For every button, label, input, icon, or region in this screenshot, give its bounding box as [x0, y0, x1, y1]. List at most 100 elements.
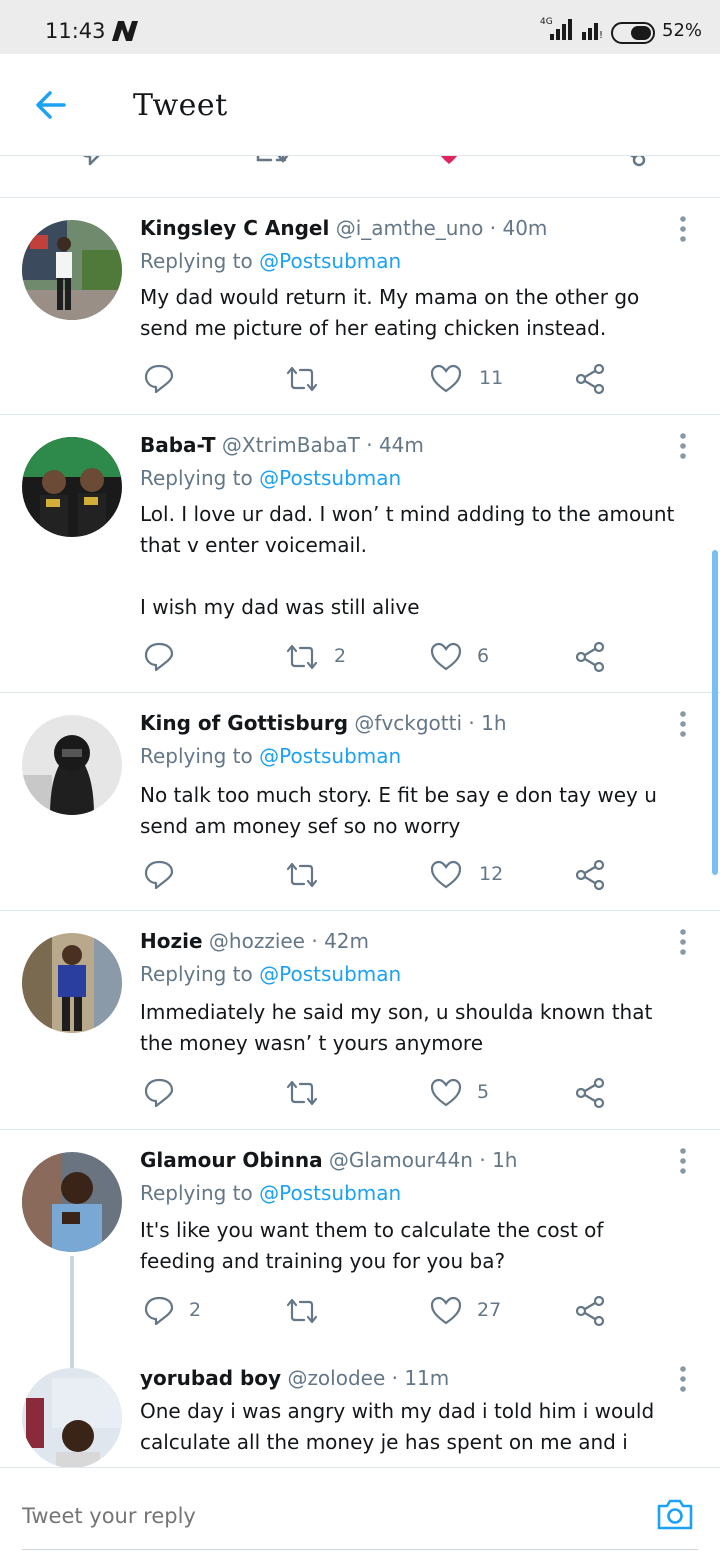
share-icon [575, 641, 605, 673]
mention-link[interactable]: @Postsubman [259, 466, 401, 490]
tweet-header: Glamour Obinna @Glamour44n · 1h [140, 1148, 517, 1172]
display-name[interactable]: King of Gottisburg [140, 711, 348, 735]
like-count: 11 [479, 367, 504, 389]
reply-tweet[interactable]: Kingsley C Angel @i_amthe_uno · 40m Repl… [0, 198, 720, 415]
heart-icon [430, 364, 462, 393]
like-button[interactable]: 27 [430, 1295, 520, 1327]
share-button[interactable] [575, 1295, 607, 1327]
reply-button[interactable] [143, 641, 223, 673]
like-count: 12 [479, 863, 504, 885]
reply-icon [144, 364, 174, 394]
retweet-icon [286, 1298, 318, 1324]
timestamp: 1h [492, 1148, 518, 1172]
retweet-button[interactable] [284, 1295, 364, 1327]
timestamp: 1h [481, 711, 507, 735]
replying-label: Replying to [140, 962, 253, 986]
replying-label: Replying to [140, 249, 253, 273]
tweet-header: King of Gottisburg @fvckgotti · 1h [140, 711, 507, 735]
reply-tweet[interactable]: King of Gottisburg @fvckgotti · 1h Reply… [0, 693, 720, 911]
replying-to: Replying to @Postsubman [140, 466, 401, 490]
reply-tweet[interactable]: Hozie @hozziee · 42m Replying to @Postsu… [0, 911, 720, 1130]
more-vertical-icon[interactable] [676, 709, 690, 739]
separator-dot: · [311, 929, 318, 953]
page-title: Tweet [133, 88, 228, 123]
handle: @fvckgotti [354, 711, 463, 735]
retweet-icon [286, 366, 318, 392]
share-icon [575, 1295, 605, 1327]
share-button[interactable] [575, 641, 607, 673]
like-button[interactable]: 5 [430, 1077, 520, 1109]
status-bar: 11:43 4G ! 52% [0, 0, 720, 54]
share-icon[interactable] [612, 156, 648, 168]
signal-2-icon: ! [582, 23, 603, 40]
retweet-count: 2 [334, 645, 347, 667]
more-vertical-icon[interactable] [676, 927, 690, 957]
retweet-button[interactable]: 2 [284, 641, 364, 673]
reply-icon [144, 860, 174, 890]
like-button[interactable]: 6 [430, 641, 520, 673]
replying-label: Replying to [140, 1181, 253, 1205]
arrow-left-icon[interactable] [34, 88, 68, 122]
replying-label: Replying to [140, 466, 253, 490]
tweet-header: Baba-T @XtrimBabaT · 44m [140, 433, 424, 457]
like-count: 27 [477, 1299, 502, 1321]
heart-icon [430, 860, 462, 889]
share-button[interactable] [575, 363, 607, 395]
more-vertical-icon[interactable] [676, 1364, 690, 1394]
avatar[interactable] [22, 715, 122, 815]
retweet-button[interactable] [284, 1077, 364, 1109]
handle: @zolodee [287, 1366, 386, 1390]
tweet-text: No talk too much story. E fit be say e d… [140, 783, 657, 838]
handle: @Glamour44n [328, 1148, 473, 1172]
heart-icon [430, 642, 462, 671]
avatar[interactable] [22, 1368, 122, 1467]
mention-link[interactable]: @Postsubman [259, 249, 401, 273]
handle: @i_amthe_uno [335, 216, 484, 240]
reply-tweet[interactable]: yorubad boy @zolodee · 11m One day i was… [0, 1348, 720, 1467]
avatar[interactable] [22, 437, 122, 537]
more-vertical-icon[interactable] [676, 214, 690, 244]
avatar[interactable] [22, 933, 122, 1033]
like-button[interactable]: 11 [430, 363, 520, 395]
reply-button[interactable] [143, 859, 223, 891]
share-button[interactable] [575, 859, 607, 891]
reply-button[interactable] [143, 1077, 223, 1109]
heart-icon [430, 1296, 462, 1325]
mention-link[interactable]: @Postsubman [259, 1181, 401, 1205]
retweet-button[interactable] [284, 363, 364, 395]
mention-link[interactable]: @Postsubman [259, 962, 401, 986]
more-vertical-icon[interactable] [676, 1146, 690, 1176]
like-button[interactable]: 12 [430, 859, 520, 891]
tweet-text: Lol. I love ur dad. I won’ t mind adding… [140, 502, 675, 619]
more-vertical-icon[interactable] [676, 431, 690, 461]
timestamp: 42m [324, 929, 369, 953]
like-filled-icon[interactable] [433, 156, 465, 166]
retweet-icon[interactable] [255, 156, 293, 168]
avatar[interactable] [22, 220, 122, 320]
replying-to: Replying to @Postsubman [140, 249, 401, 273]
reply-button[interactable]: 2 [143, 1295, 223, 1327]
share-button[interactable] [575, 1077, 607, 1109]
display-name[interactable]: yorubad boy [140, 1366, 281, 1390]
reply-icon[interactable] [74, 156, 108, 168]
avatar[interactable] [22, 1152, 122, 1252]
display-name[interactable]: Baba-T [140, 433, 216, 457]
separator-dot: · [479, 1148, 486, 1172]
scrollbar[interactable] [712, 550, 718, 875]
signal-icon [550, 19, 572, 40]
reply-input[interactable] [22, 1504, 582, 1528]
display-name[interactable]: Hozie [140, 929, 203, 953]
reply-tweet[interactable]: Glamour Obinna @Glamour44n · 1h Replying… [0, 1130, 720, 1360]
timestamp: 11m [404, 1366, 450, 1390]
display-name[interactable]: Glamour Obinna [140, 1148, 323, 1172]
mention-link[interactable]: @Postsubman [259, 744, 401, 768]
share-icon [575, 363, 605, 395]
tweet-header: Hozie @hozziee · 42m [140, 929, 369, 953]
retweet-button[interactable] [284, 859, 364, 891]
retweet-icon [286, 1080, 318, 1106]
reply-button[interactable] [143, 363, 223, 395]
display-name[interactable]: Kingsley C Angel [140, 216, 329, 240]
share-icon [575, 859, 605, 891]
camera-icon[interactable] [655, 1496, 695, 1532]
reply-tweet[interactable]: Baba-T @XtrimBabaT · 44m Replying to @Po… [0, 415, 720, 693]
